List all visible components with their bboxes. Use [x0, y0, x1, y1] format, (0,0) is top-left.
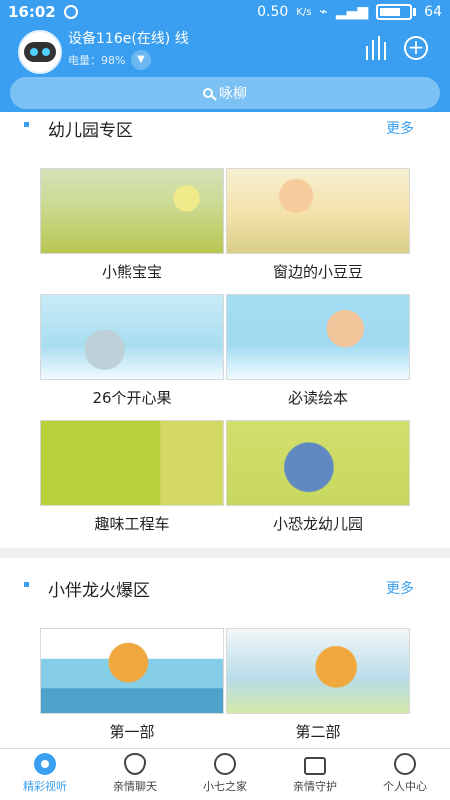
nav-item-audio-video[interactable]: 精彩视听 — [0, 749, 90, 800]
content-card[interactable]: 窗边的小豆豆 — [226, 168, 410, 290]
nav-label: 亲情聊天 — [113, 780, 157, 793]
clock-text: 16:02 — [8, 3, 56, 21]
dragon-section: 小伴龙火爆区 更多 第一部 第二部 — [0, 558, 450, 748]
app-header: 设备116e(在线) 线 电量：98% ▼ + 咏柳 — [0, 24, 450, 116]
fan-home-icon — [214, 753, 236, 775]
more-link[interactable]: 更多 — [386, 118, 414, 138]
stats-icon[interactable] — [364, 36, 390, 60]
nav-item-profile[interactable]: 个人中心 — [360, 749, 450, 800]
nav-item-home[interactable]: 小七之家 — [180, 749, 270, 800]
heart-chat-icon — [124, 753, 146, 775]
content-card[interactable]: 小恐龙幼儿园 — [226, 420, 410, 542]
device-name[interactable]: 设备116e(在线) 线 — [68, 28, 189, 48]
card-thumbnail[interactable] — [226, 294, 410, 380]
signal-icon: ▂▄▆ — [335, 4, 369, 20]
nav-item-family-chat[interactable]: 亲情聊天 — [90, 749, 180, 800]
sync-icon — [63, 5, 78, 19]
card-thumbnail[interactable] — [226, 420, 410, 506]
card-thumbnail[interactable] — [226, 628, 410, 714]
card-thumbnail[interactable] — [40, 168, 224, 254]
nav-label: 精彩视听 — [23, 780, 67, 793]
card-title: 小熊宝宝 — [101, 263, 162, 281]
nav-label: 个人中心 — [383, 780, 427, 793]
content-card[interactable]: 趣味工程车 — [40, 420, 224, 542]
search-bar[interactable]: 咏柳 — [10, 77, 440, 109]
add-device-icon[interactable]: + — [404, 36, 428, 60]
user-icon — [394, 753, 416, 775]
card-title: 必读绘本 — [287, 389, 348, 407]
bottom-nav: 精彩视听 亲情聊天 小七之家 亲情守护 个人中心 — [0, 748, 450, 800]
content-card[interactable]: 小熊宝宝 — [40, 168, 224, 290]
card-thumbnail[interactable] — [40, 628, 224, 714]
chevron-down-icon[interactable]: ▼ — [131, 50, 151, 70]
section-marker — [24, 582, 29, 587]
battery-percent: 64 — [424, 4, 442, 20]
content-card[interactable]: 第二部 — [226, 628, 410, 748]
speed-unit: K/s — [296, 6, 312, 18]
status-icons: 0.50 K/s ⌁ ▂▄▆ 64 — [257, 4, 442, 20]
message-icon — [304, 757, 326, 775]
card-thumbnail[interactable] — [40, 420, 224, 506]
content-card[interactable]: 26个开心果 — [40, 294, 224, 416]
kindergarten-section: 幼儿园专区 更多 小熊宝宝 窗边的小豆豆 26个开心果 必读绘本 趣味工程车 小… — [0, 112, 450, 548]
battery-tip — [413, 8, 417, 16]
content-card[interactable]: 第一部 — [40, 628, 224, 748]
card-title: 趣味工程车 — [94, 515, 170, 533]
card-thumbnail[interactable] — [226, 168, 410, 254]
card-title: 第二部 — [295, 723, 341, 741]
nav-label: 亲情守护 — [293, 780, 337, 793]
search-placeholder: 咏柳 — [219, 86, 247, 102]
section-title: 幼儿园专区 — [48, 121, 133, 141]
status-bar: 16:02 0.50 K/s ⌁ ▂▄▆ 64 — [0, 0, 450, 24]
card-title: 第一部 — [109, 723, 155, 741]
music-disc-icon — [34, 753, 56, 775]
card-title: 26个开心果 — [92, 389, 172, 407]
card-title: 小恐龙幼儿园 — [272, 515, 363, 533]
card-title: 窗边的小豆豆 — [272, 263, 363, 281]
device-battery-text: 电量：98% — [68, 54, 126, 67]
nav-item-guardian[interactable]: 亲情守护 — [270, 749, 360, 800]
more-link[interactable]: 更多 — [386, 578, 414, 598]
network-speed: 0.50 — [257, 4, 289, 20]
section-marker — [24, 122, 29, 127]
nav-label: 小七之家 — [203, 780, 247, 793]
content-card[interactable]: 必读绘本 — [226, 294, 410, 416]
section-title: 小伴龙火爆区 — [48, 581, 150, 601]
search-icon — [203, 88, 213, 98]
card-thumbnail[interactable] — [40, 294, 224, 380]
device-avatar[interactable] — [18, 30, 62, 74]
battery-icon — [376, 4, 413, 20]
wifi-icon: ⌁ — [319, 4, 328, 20]
